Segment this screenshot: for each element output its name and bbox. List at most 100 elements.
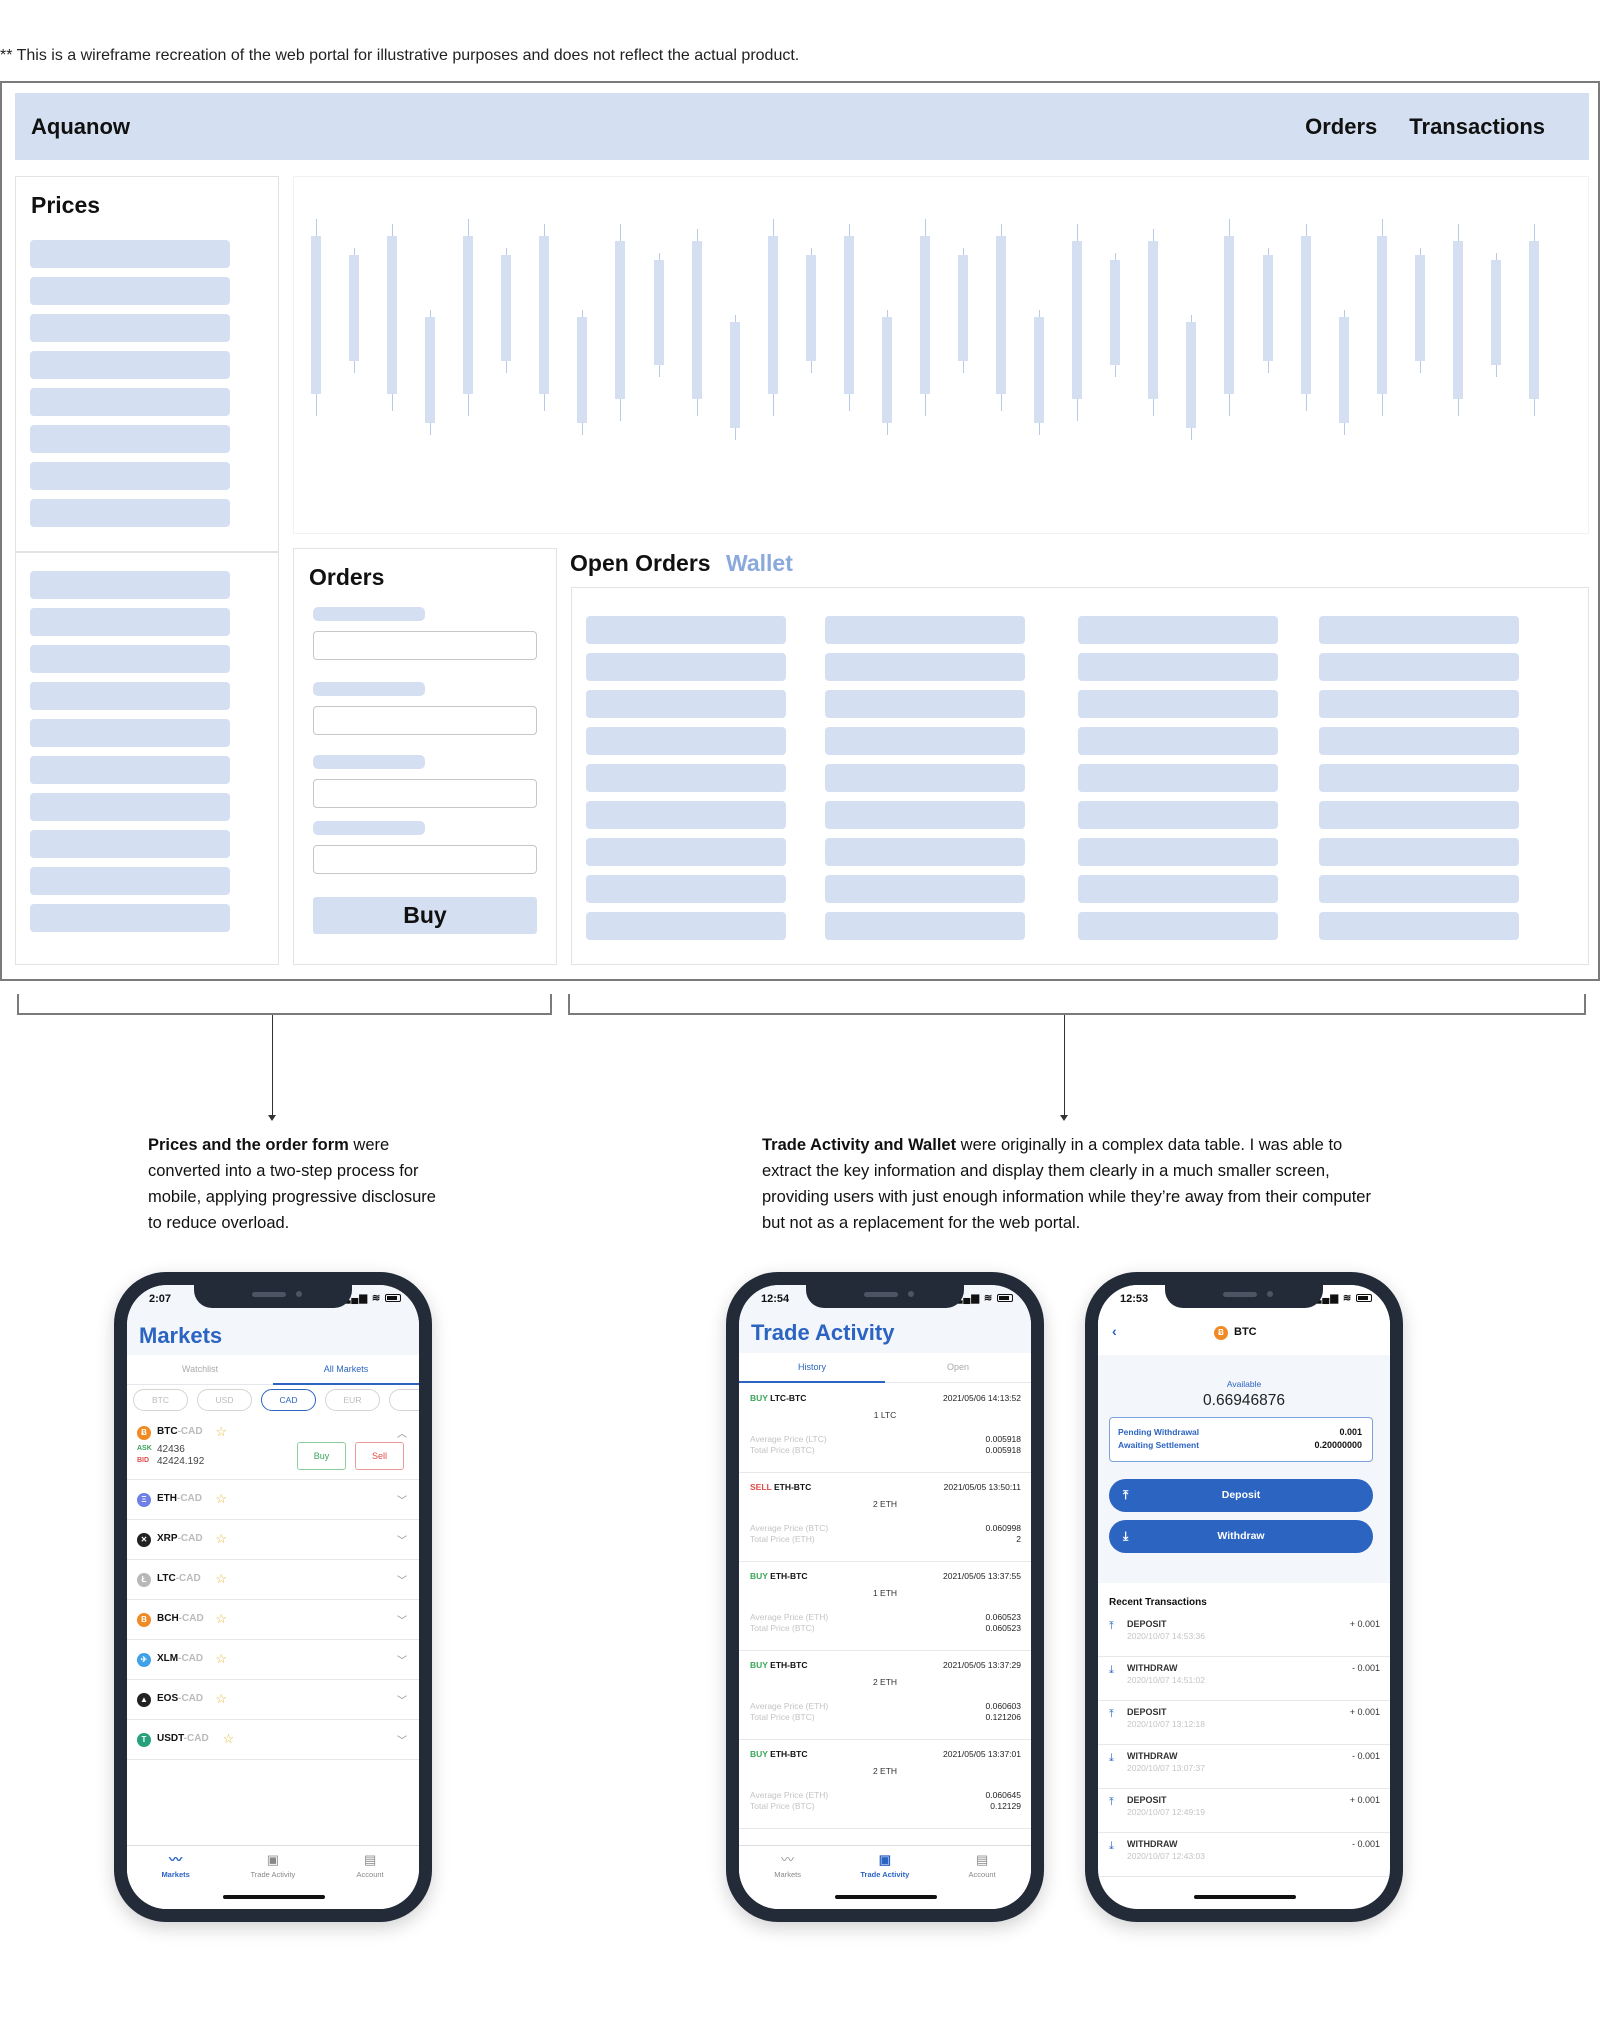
star-icon[interactable]: ☆: [215, 1531, 227, 1547]
transaction-item[interactable]: ⤒ DEPOSIT 2020/10/07 12:49:19 + 0.001: [1098, 1789, 1390, 1833]
star-icon[interactable]: ☆: [215, 1651, 227, 1667]
chip-more[interactable]: [389, 1389, 419, 1411]
tab-open[interactable]: Open: [885, 1353, 1031, 1381]
star-icon[interactable]: ☆: [215, 1611, 227, 1627]
nav-account[interactable]: ▤ Account: [321, 1852, 418, 1879]
chip-cad[interactable]: CAD: [261, 1389, 316, 1411]
market-row-bch[interactable]: B BCH-CAD ☆ ﹀: [127, 1600, 419, 1640]
chip-usd[interactable]: USD: [197, 1389, 252, 1411]
star-icon[interactable]: ☆: [223, 1731, 235, 1747]
candle-body[interactable]: [1262, 255, 1273, 361]
transaction-item[interactable]: ⤓ WITHDRAW 2020/10/07 12:43:03 - 0.001: [1098, 1833, 1390, 1877]
candle-body[interactable]: [1110, 259, 1121, 366]
chevron-up-icon[interactable]: ︿: [397, 1425, 407, 1440]
candle-body[interactable]: [577, 317, 588, 423]
chevron-down-icon[interactable]: ﹀: [397, 1492, 407, 1507]
star-icon[interactable]: ☆: [215, 1491, 227, 1507]
transaction-item[interactable]: ⤒ DEPOSIT 2020/10/07 14:53:36 + 0.001: [1098, 1613, 1390, 1657]
star-icon[interactable]: ☆: [215, 1691, 227, 1707]
sell-button[interactable]: Sell: [355, 1442, 404, 1470]
nav-markets[interactable]: 〰 Markets: [127, 1852, 224, 1879]
candle-body[interactable]: [691, 240, 702, 399]
trade-history-item[interactable]: SELL ETH-BTC 2021/05/05 13:50:11 2 ETH Aver…: [739, 1473, 1031, 1562]
candle-body[interactable]: [1224, 235, 1235, 395]
tab-history[interactable]: History: [739, 1353, 885, 1383]
back-chevron-icon[interactable]: ‹: [1112, 1323, 1117, 1339]
candle-body[interactable]: [843, 235, 854, 395]
chevron-down-icon[interactable]: ﹀: [397, 1652, 407, 1667]
brand-logo[interactable]: Aquanow: [31, 114, 1273, 140]
market-row-eth[interactable]: Ξ ETH-CAD ☆ ﹀: [127, 1480, 419, 1520]
candle-body[interactable]: [1414, 255, 1425, 361]
deposit-button[interactable]: ⤒ Deposit: [1109, 1479, 1373, 1512]
transaction-item[interactable]: ⤓ WITHDRAW 2020/10/07 14:51:02 - 0.001: [1098, 1657, 1390, 1701]
candle-body[interactable]: [653, 259, 664, 366]
order-field-4[interactable]: [313, 845, 537, 874]
nav-account[interactable]: ▤ Account: [933, 1852, 1030, 1879]
market-row-btc[interactable]: Ƀ BTC-CAD ☆ ︿ ASK 42436 BID 42424.192 Buy Sell: [127, 1420, 419, 1480]
candle-body[interactable]: [1300, 235, 1311, 395]
candle-body[interactable]: [501, 255, 512, 361]
candle-body[interactable]: [1338, 317, 1349, 423]
candle-body[interactable]: [1376, 235, 1387, 395]
star-icon[interactable]: ☆: [215, 1571, 227, 1587]
candle-body[interactable]: [1072, 240, 1083, 399]
candle-body[interactable]: [311, 235, 321, 395]
chip-eur[interactable]: EUR: [325, 1389, 380, 1411]
order-field-2[interactable]: [313, 706, 537, 735]
candle-body[interactable]: [958, 255, 969, 361]
trade-history-item[interactable]: BUY ETH-BTC 2021/05/05 13:37:55 1 ETH Avera…: [739, 1562, 1031, 1651]
candle-body[interactable]: [1034, 317, 1045, 423]
market-row-xlm[interactable]: ✈ XLM-CAD ☆ ﹀: [127, 1640, 419, 1680]
nav-trade-activity[interactable]: ▣ Trade Activity: [836, 1852, 933, 1879]
candle-body[interactable]: [349, 255, 360, 361]
candle-body[interactable]: [767, 235, 778, 395]
deposit-icon: ⤒: [1109, 1796, 1114, 1808]
chevron-down-icon[interactable]: ﹀: [397, 1732, 407, 1747]
candle-body[interactable]: [1148, 240, 1159, 399]
nav-markets[interactable]: 〰 Markets: [739, 1852, 836, 1879]
buy-button[interactable]: Buy: [297, 1442, 346, 1470]
candle-body[interactable]: [919, 235, 930, 395]
candle-body[interactable]: [1452, 240, 1463, 399]
tab-watchlist[interactable]: Watchlist: [127, 1355, 273, 1383]
trade-history-item[interactable]: BUY ETH-BTC 2021/05/05 13:37:01 2 ETH Avera…: [739, 1740, 1031, 1829]
candle-body[interactable]: [1490, 259, 1501, 366]
chevron-down-icon[interactable]: ﹀: [397, 1572, 407, 1587]
chevron-down-icon[interactable]: ﹀: [397, 1612, 407, 1627]
trade-date: 2021/05/05 13:50:11: [943, 1482, 1021, 1492]
trade-history-item[interactable]: BUY ETH-BTC 2021/05/05 13:37:29 2 ETH Avera…: [739, 1651, 1031, 1740]
candle-body[interactable]: [805, 255, 816, 361]
candle-body[interactable]: [1186, 322, 1197, 428]
trade-history-item[interactable]: BUY LTC-BTC 2021/05/06 14:13:52 1 LTC Avera…: [739, 1384, 1031, 1473]
market-row-usdt[interactable]: T USDT-CAD ☆ ﹀: [127, 1720, 419, 1760]
candle-body[interactable]: [996, 235, 1007, 395]
transaction-item[interactable]: ⤓ WITHDRAW 2020/10/07 13:07:37 - 0.001: [1098, 1745, 1390, 1789]
candle-body[interactable]: [1528, 240, 1539, 399]
order-field-3[interactable]: [313, 779, 537, 808]
candle-body[interactable]: [463, 235, 474, 395]
nav-transactions[interactable]: Transactions: [1409, 114, 1545, 140]
withdraw-button[interactable]: ⤓ Withdraw: [1109, 1520, 1373, 1553]
market-row-eos[interactable]: ▲ EOS-CAD ☆ ﹀: [127, 1680, 419, 1720]
candle-body[interactable]: [615, 240, 626, 399]
candle-body[interactable]: [425, 317, 436, 423]
market-row-xrp[interactable]: ✕ XRP-CAD ☆ ﹀: [127, 1520, 419, 1560]
chevron-down-icon[interactable]: ﹀: [397, 1532, 407, 1547]
nav-trade-activity[interactable]: ▣ Trade Activity: [224, 1852, 321, 1879]
order-field-1[interactable]: [313, 631, 537, 660]
transaction-item[interactable]: ⤒ DEPOSIT 2020/10/07 13:12:18 + 0.001: [1098, 1701, 1390, 1745]
chevron-down-icon[interactable]: ﹀: [397, 1692, 407, 1707]
star-icon[interactable]: ☆: [215, 1424, 227, 1440]
candle-body[interactable]: [387, 235, 398, 395]
tab-all-markets[interactable]: All Markets: [273, 1355, 419, 1385]
candle-body[interactable]: [729, 322, 740, 428]
chip-btc[interactable]: BTC: [133, 1389, 188, 1411]
nav-orders[interactable]: Orders: [1305, 114, 1377, 140]
candle-body[interactable]: [881, 317, 892, 423]
candle-body[interactable]: [539, 235, 550, 395]
tab-open-orders[interactable]: Open Orders: [570, 550, 711, 577]
buy-button[interactable]: Buy: [313, 897, 537, 934]
market-row-ltc[interactable]: Ł LTC-CAD ☆ ﹀: [127, 1560, 419, 1600]
tab-wallet[interactable]: Wallet: [726, 550, 793, 577]
